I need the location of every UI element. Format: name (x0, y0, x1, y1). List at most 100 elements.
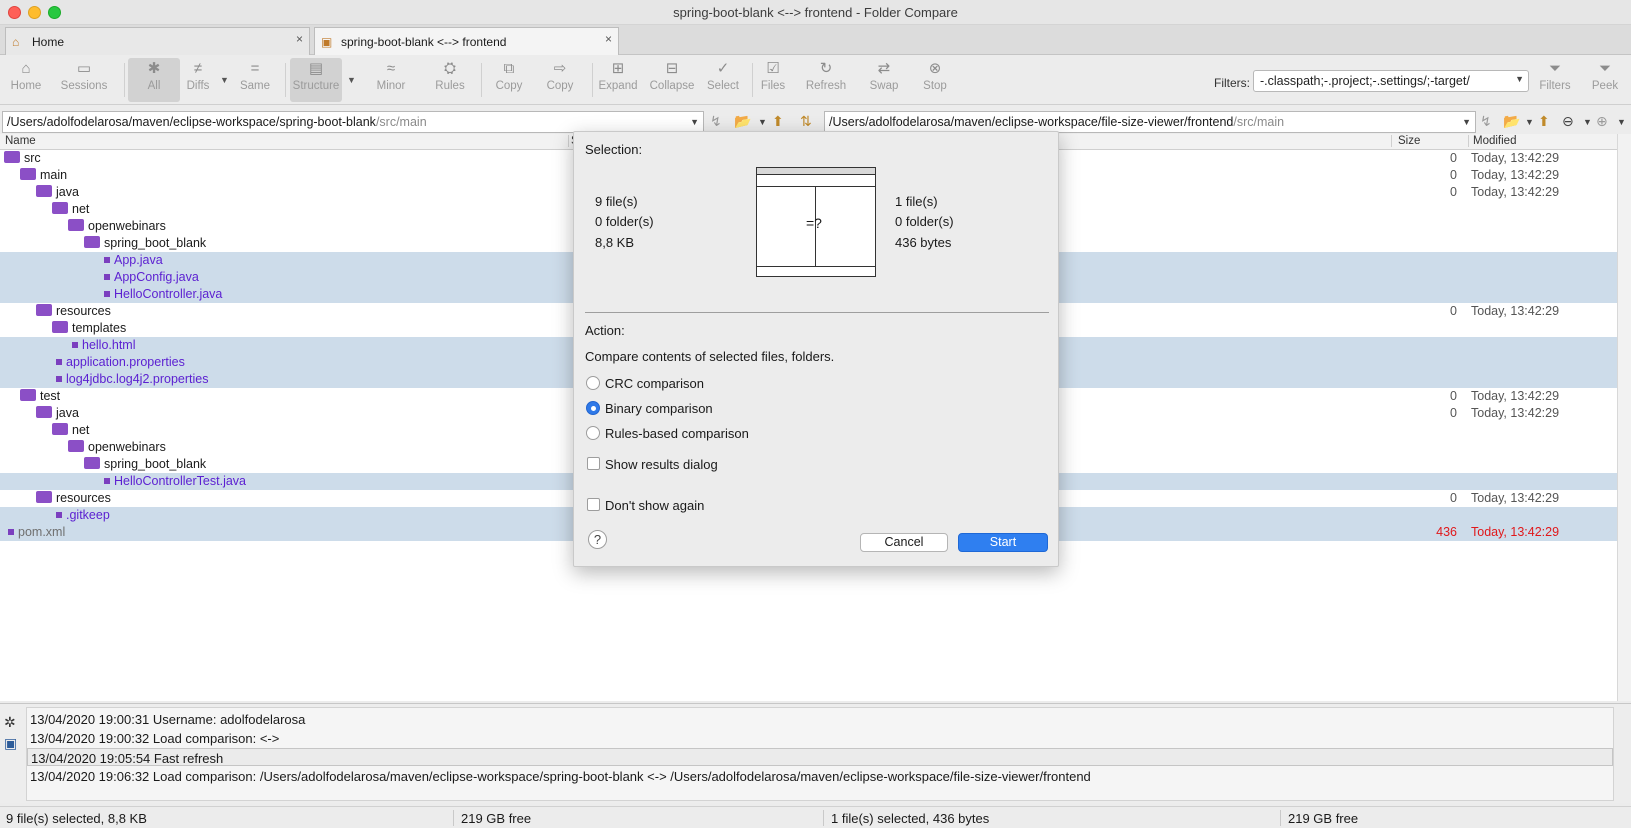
swap-label: Swap (869, 80, 899, 92)
vertical-scrollbar[interactable] (1617, 134, 1631, 701)
tree-item-label: net (72, 423, 90, 437)
diffs-label: Diffs (186, 80, 210, 92)
structure-label: Structure (292, 80, 340, 92)
size-cell: 0 (1450, 304, 1457, 318)
file-icon (104, 257, 110, 263)
tab-folder-compare[interactable]: ▣ spring-boot-blank <--> frontend × (314, 27, 619, 55)
same-button[interactable]: = Same (229, 58, 281, 102)
tree-item-label: AppConfig.java (114, 270, 199, 284)
same-label: Same (239, 80, 271, 92)
binary-comparison-label[interactable]: Binary comparison (605, 401, 713, 416)
home-button[interactable]: ⌂ Home (0, 58, 52, 102)
folder-icon (36, 406, 52, 418)
expand-button[interactable]: ⊞ Expand (592, 58, 644, 102)
toolbar-divider (124, 63, 125, 97)
chevron-down-icon[interactable]: ▼ (758, 117, 767, 127)
chevron-down-icon[interactable]: ▼ (1617, 117, 1626, 127)
size-cell: 0 (1450, 151, 1457, 165)
column-name[interactable]: Name (5, 135, 36, 147)
crc-comparison-label[interactable]: CRC comparison (605, 376, 704, 391)
start-button[interactable]: Start (958, 533, 1048, 552)
tree-item-label: java (56, 185, 79, 199)
structure-button[interactable]: ▤ Structure (290, 58, 342, 102)
show-results-label[interactable]: Show results dialog (605, 457, 718, 472)
files-icon: ☑ (766, 60, 780, 77)
tree-item-label: resources (56, 491, 111, 505)
tree-item-label: main (40, 168, 68, 182)
rules-comparison-radio[interactable] (586, 426, 600, 440)
minor-button[interactable]: ≈ Minor (365, 58, 417, 102)
files-label: Files (760, 80, 786, 92)
copy-to-button[interactable]: ⇨ Copy (534, 58, 586, 102)
tree-item-label: HelloControllerTest.java (114, 474, 247, 488)
history-icon[interactable]: ↯ (1480, 113, 1492, 130)
column-modified[interactable]: Modified (1468, 135, 1516, 147)
save-icon[interactable]: ▣ (4, 735, 24, 752)
swap-button[interactable]: ⇄ Swap (858, 58, 910, 102)
help-button[interactable]: ? (588, 530, 607, 549)
open-folder-icon[interactable]: 📂 (1503, 113, 1520, 130)
tree-item-label: hello.html (82, 338, 136, 352)
sync-folder-icon[interactable]: ⇅ (800, 113, 812, 130)
chevron-down-icon[interactable]: ▼ (1525, 117, 1534, 127)
tab-home[interactable]: ⌂ Home × (5, 27, 310, 55)
approx-icon: ≈ (386, 60, 396, 77)
show-results-checkbox[interactable] (587, 457, 600, 470)
chevron-down-icon[interactable]: ▼ (1462, 117, 1471, 127)
tree-item-label: log4jdbc.log4j2.properties (66, 372, 209, 386)
history-icon[interactable]: ↯ (710, 113, 722, 130)
checkmark-icon: ✓ (716, 60, 730, 77)
refresh-button[interactable]: ↻ Refresh (800, 58, 852, 102)
filters-button-label: Filters (1539, 80, 1571, 92)
rules-button[interactable]: ⛭ Rules (424, 58, 476, 102)
right-free-space: 219 GB free (1288, 811, 1359, 826)
log-list[interactable]: 13/04/2020 19:00:31 Username: adolfodela… (26, 707, 1614, 801)
filters-input[interactable]: -.classpath;-.project;-.settings/;-targe… (1253, 70, 1529, 92)
swap-icon: ⇄ (877, 60, 891, 77)
crc-comparison-radio[interactable] (586, 376, 600, 390)
tab-close-icon[interactable]: × (605, 32, 612, 46)
dont-show-again-label[interactable]: Don't show again (605, 498, 704, 513)
collapse-button[interactable]: ⊟ Collapse (646, 58, 698, 102)
size-cell: 0 (1450, 168, 1457, 182)
modified-cell: Today, 13:42:29 (1471, 491, 1560, 505)
chevron-down-icon[interactable]: ▼ (690, 117, 699, 127)
tab-close-icon[interactable]: × (296, 32, 303, 46)
peek-button[interactable]: ⏷ Peek (1579, 58, 1631, 102)
copy-button[interactable]: ⧉ Copy (483, 58, 535, 102)
chevron-down-icon[interactable]: ▼ (1583, 117, 1592, 127)
binary-comparison-radio[interactable] (586, 401, 600, 415)
sessions-button[interactable]: ▭ Sessions (58, 58, 110, 102)
back-icon[interactable]: ⊖ (1562, 113, 1574, 130)
modified-cell: Today, 13:42:29 (1471, 525, 1560, 539)
dont-show-again-checkbox[interactable] (587, 498, 600, 511)
rules-comparison-label[interactable]: Rules-based comparison (605, 426, 749, 441)
stop-button[interactable]: ⊗ Stop (909, 58, 961, 102)
copy-label: Copy (495, 80, 523, 92)
structure-dropdown-icon[interactable]: ▼ (347, 75, 356, 85)
sessions-icon: ▭ (76, 60, 92, 77)
diffs-dropdown-icon[interactable]: ▼ (220, 75, 229, 85)
diffs-button[interactable]: ≠ Diffs (172, 58, 224, 102)
refresh-label: Refresh (805, 80, 847, 92)
chevron-down-icon[interactable]: ▼ (1515, 74, 1524, 84)
toolbar: ⌂ Home ▭ Sessions ✱ All ≠ Diffs ▼ = Same ▤ Str… (0, 55, 1631, 105)
parent-folder-icon[interactable]: ⬆ (772, 113, 784, 130)
right-path-sub: /src/main (1233, 115, 1285, 129)
column-size[interactable]: Size (1391, 135, 1420, 147)
files-button[interactable]: ☑ Files (747, 58, 799, 102)
gear-icon[interactable]: ✲ (4, 714, 24, 731)
forward-icon[interactable]: ⊕ (1596, 113, 1608, 130)
right-path-input[interactable]: /Users/adolfodelarosa/maven/eclipse-work… (824, 111, 1476, 133)
folder-compare-icon: ▣ (321, 35, 333, 49)
select-button[interactable]: ✓ Select (697, 58, 749, 102)
cancel-button[interactable]: Cancel (860, 533, 948, 552)
left-path-input[interactable]: /Users/adolfodelarosa/maven/eclipse-work… (2, 111, 704, 133)
open-folder-icon[interactable]: 📂 (734, 113, 751, 130)
left-path-main: /Users/adolfodelarosa/maven/eclipse-work… (7, 115, 376, 129)
tree-item-label: src (24, 151, 41, 165)
stop-label: Stop (923, 80, 947, 92)
parent-folder-icon[interactable]: ⬆ (1538, 113, 1550, 130)
folder-icon (20, 389, 36, 401)
filters-button[interactable]: ⏷ Filters (1529, 58, 1581, 102)
